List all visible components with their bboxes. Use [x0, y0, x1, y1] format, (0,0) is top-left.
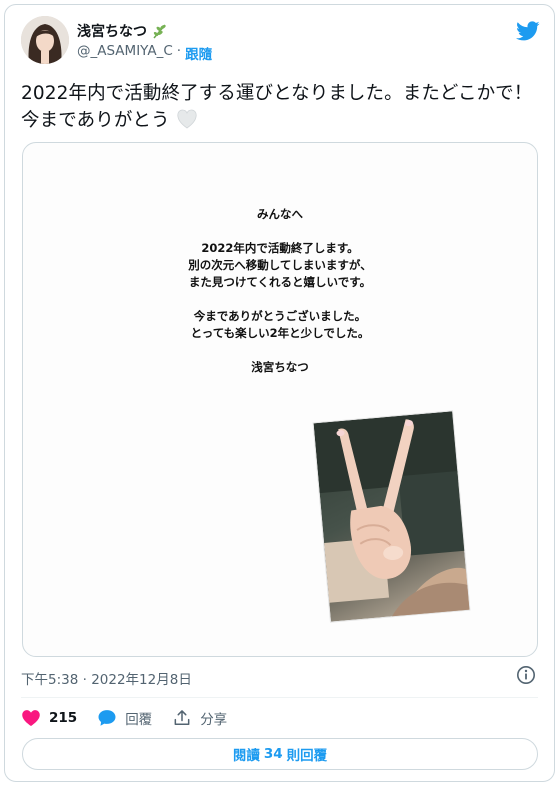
tweet-text: 2022年内で活動終了する運びとなりました。またどこかで！今までありがとう	[21, 80, 541, 134]
twitter-bird-icon[interactable]	[516, 19, 540, 43]
letter-line: 別の次元へ移動してしまいますが、	[188, 258, 372, 272]
separator: ·	[176, 43, 182, 59]
user-handle[interactable]: @_ASAMIYA_C	[77, 43, 173, 63]
peace-sign-photo	[312, 410, 471, 623]
letter-text: みんなへ 2022年内で活動終了します。 別の次元へ移動してしまいますが、 また…	[23, 206, 537, 376]
speech-bubble-icon	[98, 710, 116, 726]
letter-line: みんなへ	[257, 207, 303, 221]
white-heart-icon	[177, 109, 197, 129]
herb-icon	[153, 24, 166, 39]
tweet-card: 浅宮ちなつ @_ASAMIYA_C · 跟隨 2022年内で活動終了する運びとな…	[4, 4, 555, 782]
name-row: 浅宮ちなつ	[77, 21, 169, 41]
avatar[interactable]	[21, 16, 69, 64]
timestamp[interactable]: 下午5:38 · 2022年12月8日	[21, 668, 192, 688]
info-icon[interactable]	[516, 665, 536, 685]
replies-label-suffix: 則回覆	[286, 748, 328, 764]
share-label: 分享	[200, 712, 228, 728]
handle-row: @_ASAMIYA_C · 跟隨	[77, 43, 212, 63]
like-count: 215	[49, 710, 78, 726]
letter-line: 浅宮ちなつ	[251, 360, 309, 374]
heart-icon	[22, 710, 40, 726]
reply-button[interactable]: 回覆	[97, 708, 152, 728]
divider	[21, 697, 538, 698]
attached-image[interactable]: みんなへ 2022年内で活動終了します。 別の次元へ移動してしまいますが、 また…	[22, 142, 538, 657]
replies-count: 34	[263, 746, 283, 762]
tweet-body: 2022年内で活動終了する運びとなりました。またどこかで！今までありがとう	[21, 83, 533, 131]
replies-label-prefix: 閱讀	[232, 748, 260, 764]
share-button[interactable]: 分享	[172, 708, 227, 728]
action-bar: 215 回覆 分享	[21, 706, 247, 730]
follow-button[interactable]: 跟隨	[185, 43, 212, 63]
like-button[interactable]: 215	[21, 708, 77, 728]
read-replies-button[interactable]: 閱讀 34 則回覆	[22, 738, 538, 770]
letter-line: 2022年内で活動終了します。	[201, 241, 359, 255]
display-name[interactable]: 浅宮ちなつ	[77, 21, 147, 41]
reply-label: 回覆	[125, 712, 153, 728]
letter-line: 今までありがとうございました。	[193, 309, 367, 323]
letter-line: とっても楽しい2年と少しでした。	[190, 326, 370, 340]
share-icon	[174, 710, 190, 725]
letter-line: また見つけてくれると嬉しいです。	[188, 275, 372, 289]
